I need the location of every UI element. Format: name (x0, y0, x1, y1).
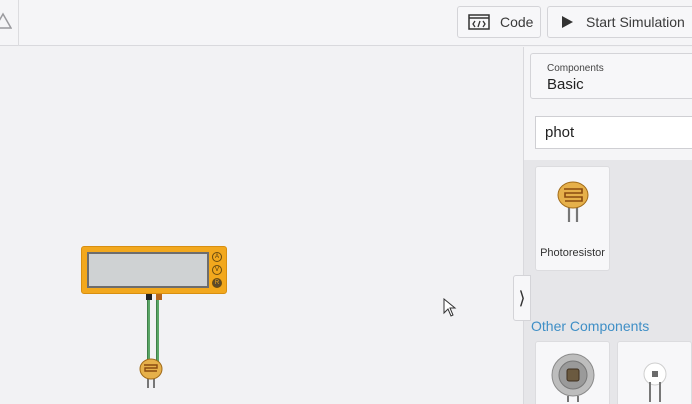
multimeter-port-r[interactable]: R (212, 278, 222, 288)
code-button-label: Code (500, 14, 534, 30)
components-panel: Components Basic Photoresistor Other Com… (523, 47, 692, 404)
code-editor-icon (468, 14, 490, 30)
other-components-heading[interactable]: Other Components (531, 318, 649, 334)
multimeter-port-v[interactable]: V (212, 265, 222, 275)
code-button[interactable]: Code (457, 6, 541, 38)
components-dropdown-label: Components (547, 63, 604, 74)
start-simulation-label: Start Simulation (586, 14, 685, 30)
circuit-canvas[interactable] (0, 47, 523, 404)
multimeter[interactable]: A V R (81, 246, 227, 294)
toolbar-divider (18, 0, 19, 46)
wire[interactable] (147, 300, 150, 362)
component-results-list: Photoresistor Other Components (524, 160, 692, 404)
top-toolbar: Code Start Simulation (0, 0, 692, 46)
phototransistor-icon (643, 362, 667, 402)
ambient-light-sensor-icon (551, 353, 595, 402)
wire[interactable] (156, 300, 159, 362)
triangle-icon[interactable] (0, 12, 12, 30)
multimeter-display (87, 252, 209, 288)
component-card-phototransistor[interactable] (617, 341, 692, 404)
components-dropdown-value: Basic (547, 76, 584, 93)
play-icon (562, 16, 573, 28)
photoresistor-on-canvas[interactable] (138, 357, 164, 389)
component-card-photoresistor[interactable]: Photoresistor (535, 166, 610, 271)
mouse-cursor-icon (443, 298, 457, 317)
component-search-input[interactable] (535, 116, 692, 149)
component-card-ambient-light-sensor[interactable] (535, 341, 610, 404)
photoresistor-icon (557, 181, 589, 222)
start-simulation-button[interactable]: Start Simulation (547, 6, 692, 38)
component-card-label: Photoresistor (540, 247, 605, 259)
components-dropdown[interactable]: Components Basic (530, 53, 692, 99)
multimeter-port-a[interactable]: A (212, 252, 222, 262)
collapse-panel-toggle[interactable]: ⟩ (513, 275, 531, 321)
